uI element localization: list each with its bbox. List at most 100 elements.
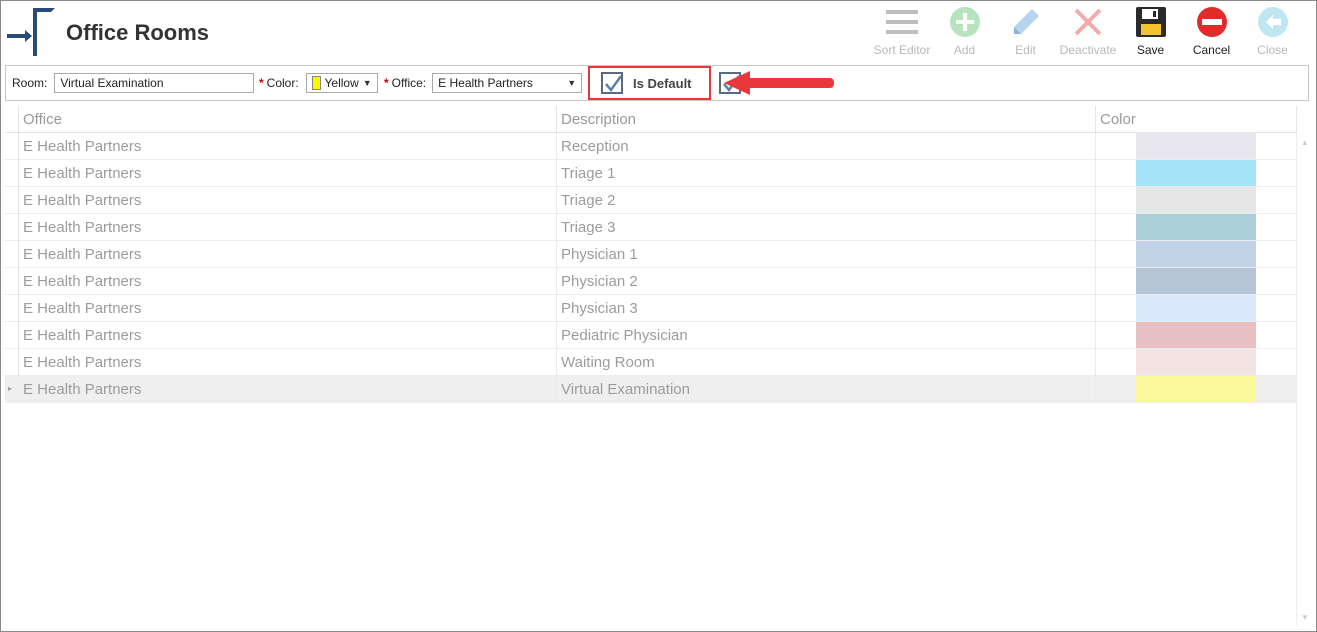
cancel-label: Cancel [1192,43,1231,57]
cell-color-swatch [1136,376,1256,402]
office-label: Office: [391,76,427,90]
x-mark-icon [1070,4,1106,40]
column-divider [1095,295,1096,321]
cell-color-swatch [1136,214,1256,240]
column-divider [1095,268,1096,294]
cell-office: E Health Partners [23,354,142,371]
save-button[interactable]: Save [1120,4,1181,57]
table-row[interactable]: E Health Partners Physician 1 [5,241,1297,268]
column-divider [1095,349,1096,375]
toolbar: Sort Editor Add Edit Deactivate Save Can… [870,4,1303,57]
room-input[interactable]: Virtual Examination [54,73,255,93]
sort-editor-label: Sort Editor [873,43,931,57]
column-divider [1095,187,1096,213]
column-divider [556,268,557,294]
cell-description: Triage 1 [561,165,616,182]
cell-color-swatch [1136,187,1256,213]
row-indicator-icon: ▸ [8,384,13,393]
required-marker: * [259,76,264,90]
column-divider [556,187,557,213]
color-field-group: * Color: Yellow ▼ [259,66,378,100]
grid-header: Office Description Color [5,106,1297,133]
grid-body: E Health Partners Reception E Health Partn… [5,133,1297,403]
add-label: Add [953,43,976,57]
color-select[interactable]: Yellow ▼ [305,73,378,93]
table-row[interactable]: E Health Partners Triage 2 [5,187,1297,214]
close-label: Close [1257,43,1288,57]
room-label: Room: [12,76,48,90]
table-row[interactable]: E Health Partners Triage 1 [5,160,1297,187]
table-row[interactable]: E Health Partners Triage 3 [5,214,1297,241]
back-arrow-icon [1255,4,1291,40]
office-field-group: * Office: E Health Partners ▼ [384,66,583,100]
edit-button[interactable]: Edit [995,4,1056,57]
cell-color-swatch [1136,133,1256,159]
annotation-arrow-icon [724,71,834,95]
column-divider [556,376,557,402]
column-divider [556,349,557,375]
cell-office: E Health Partners [23,381,142,398]
save-label: Save [1136,43,1165,57]
add-button[interactable]: Add [934,4,995,57]
deactivate-label: Deactivate [1059,43,1117,57]
office-select-value: E Health Partners [438,76,533,90]
cell-description: Triage 2 [561,192,616,209]
color-select-value: Yellow [324,76,359,90]
table-row[interactable]: E Health Partners Physician 2 [5,268,1297,295]
cell-color-swatch [1136,268,1256,294]
column-divider [1095,160,1096,186]
cell-color-swatch [1136,241,1256,267]
page-title: Office Rooms [66,20,210,45]
column-divider [556,322,557,348]
sort-editor-button[interactable]: Sort Editor [870,4,934,57]
column-divider [556,133,557,159]
vertical-scrollbar[interactable]: ▲ ▼ [1296,132,1312,626]
cell-description: Physician 3 [561,300,638,317]
column-header-description[interactable]: Description [561,111,636,128]
scroll-down-icon[interactable]: ▼ [1301,613,1309,622]
cell-office: E Health Partners [23,192,142,209]
color-label: Color: [266,76,299,90]
column-header-office[interactable]: Office [23,111,62,128]
column-divider [556,214,557,240]
required-marker: * [384,76,389,90]
cell-office: E Health Partners [23,327,142,344]
table-row[interactable]: ▸ E Health Partners Virtual Examination [5,376,1297,403]
cell-color-swatch [1136,322,1256,348]
table-row[interactable]: E Health Partners Physician 3 [5,295,1297,322]
column-divider [1296,106,1297,132]
edit-label: Edit [1015,43,1036,57]
room-field-group: Room: Virtual Examination [12,66,255,100]
cell-office: E Health Partners [23,273,142,290]
color-swatch [311,76,321,90]
column-divider [1095,376,1096,402]
cell-office: E Health Partners [23,165,142,182]
column-divider [556,295,557,321]
column-divider [556,160,557,186]
cell-description: Physician 1 [561,246,638,263]
deactivate-button[interactable]: Deactivate [1056,4,1120,57]
cell-office: E Health Partners [23,300,142,317]
cell-description: Physician 2 [561,273,638,290]
office-select[interactable]: E Health Partners ▼ [432,73,583,93]
hamburger-icon [884,4,920,40]
cell-color-swatch [1136,160,1256,186]
table-row[interactable]: E Health Partners Pediatric Physician [5,322,1297,349]
cell-office: E Health Partners [23,219,142,236]
table-row[interactable]: E Health Partners Reception [5,133,1297,160]
column-divider [556,106,557,132]
highlight-box [588,66,711,100]
scroll-up-icon[interactable]: ▲ [1301,138,1309,147]
cell-description: Waiting Room [561,354,655,371]
close-button[interactable]: Close [1242,4,1303,57]
pencil-icon [1008,4,1044,40]
cell-description: Triage 3 [561,219,616,236]
cell-color-swatch [1136,295,1256,321]
cancel-button[interactable]: Cancel [1181,4,1242,57]
column-header-color[interactable]: Color [1100,111,1136,128]
chevron-down-icon: ▼ [567,78,577,88]
table-row[interactable]: E Health Partners Waiting Room [5,349,1297,376]
app-logo [7,8,55,56]
floppy-disk-icon [1133,4,1169,40]
column-divider [1095,241,1096,267]
